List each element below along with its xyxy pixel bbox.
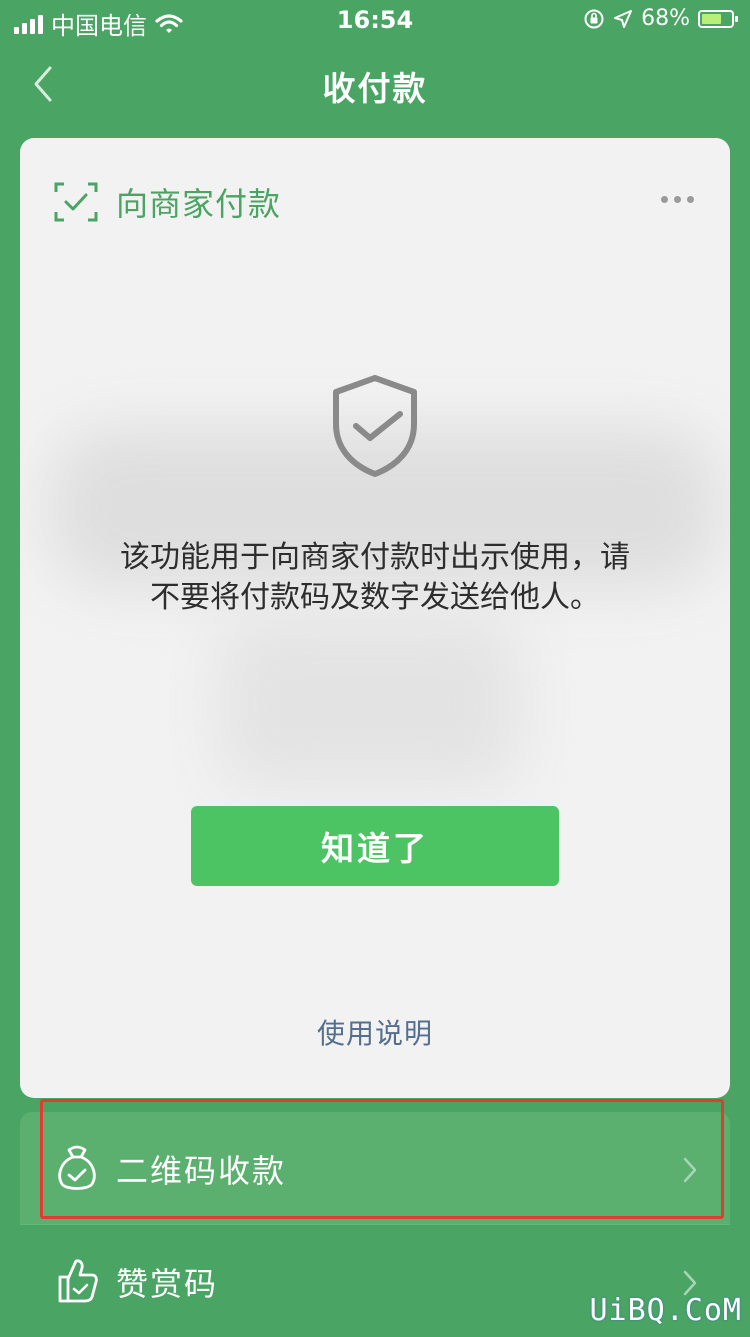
list-item-label: 赞赏码: [116, 1265, 219, 1303]
page-title: 收付款: [322, 69, 428, 108]
warning-message: 该功能用于向商家付款时出示使用，请 不要将付款码及数字发送给他人。: [60, 538, 690, 618]
list-item-label: 二维码收款: [116, 1152, 287, 1190]
usage-instructions-link[interactable]: 使用说明: [20, 1012, 730, 1052]
confirm-button[interactable]: 知道了: [191, 806, 559, 886]
money-bag-icon: [58, 1145, 96, 1190]
card-header[interactable]: 向商家付款: [54, 182, 282, 223]
status-right: 68%: [583, 6, 738, 31]
list-item-qr-collect[interactable]: 二维码收款: [20, 1112, 730, 1224]
battery-fill: [702, 13, 721, 24]
watermark: UiBQ.CoM: [589, 1293, 742, 1328]
orientation-lock-icon: [584, 9, 604, 28]
warning-line-2: 不要将付款码及数字发送给他人。: [150, 580, 600, 615]
more-dots-icon[interactable]: [661, 196, 694, 203]
location-icon: [614, 9, 633, 28]
battery-percent: 68%: [641, 6, 690, 31]
chevron-right-icon: [683, 1157, 697, 1183]
shield-check-icon: [333, 375, 417, 477]
card-title: 向商家付款: [116, 185, 282, 223]
payment-card: 向商家付款 该功能用于向商家付款时出示使用，请 不要将付款码及数字发送给他人。 …: [20, 138, 730, 1098]
thumbs-up-icon: [58, 1259, 98, 1303]
battery-icon: [698, 9, 738, 28]
scan-check-icon: [54, 182, 98, 222]
nav-bar: 收付款: [0, 44, 750, 124]
warning-line-1: 该功能用于向商家付款时出示使用，请: [120, 540, 630, 575]
status-bar: 中国电信 16:54 68%: [0, 0, 750, 40]
blurred-qrcode: [220, 618, 520, 788]
